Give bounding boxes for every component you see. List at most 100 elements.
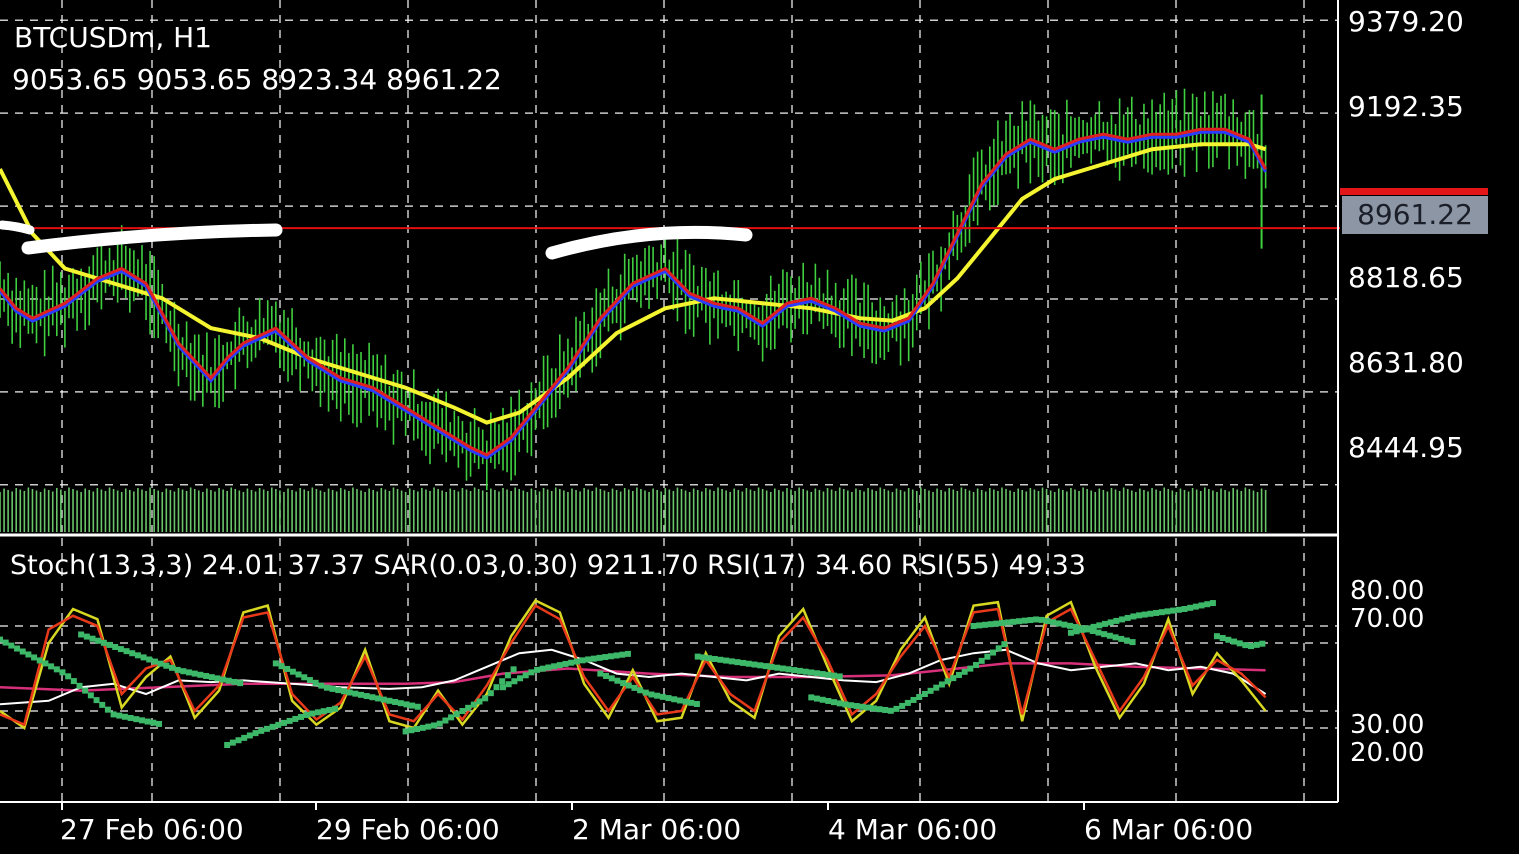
sar-dot — [292, 715, 299, 722]
sar-dot — [1027, 617, 1034, 624]
time-label: 27 Feb 06:00 — [60, 813, 244, 846]
sar-dot — [48, 663, 55, 670]
sar-dot — [380, 696, 387, 703]
sar-dot — [409, 702, 416, 709]
sar-dot — [329, 685, 336, 692]
time-label: 29 Feb 06:00 — [316, 813, 500, 846]
time-label: 2 Mar 06:00 — [572, 813, 742, 846]
sar-dot — [1033, 616, 1040, 623]
sar-dot — [258, 727, 265, 734]
sar-dot — [110, 711, 117, 718]
sar-dot — [711, 655, 718, 662]
sar-dot — [375, 695, 382, 702]
sar-dot — [286, 717, 293, 724]
sar-dot — [762, 663, 769, 670]
sar-dot — [796, 667, 803, 674]
sar-dot — [717, 656, 724, 663]
sar-dot — [676, 697, 683, 704]
sar-dot — [431, 722, 438, 729]
sar-dot — [320, 708, 327, 715]
sar-dot — [363, 693, 370, 700]
sar-dot — [278, 663, 285, 670]
sar-dot — [813, 670, 820, 677]
sar-dot — [235, 737, 242, 744]
sar-dot — [785, 666, 792, 673]
sar-dot — [693, 701, 700, 708]
sar-dot — [1119, 616, 1126, 623]
sar-dot — [386, 697, 393, 704]
sar-dot — [534, 666, 541, 673]
price-label: 8631.80 — [1348, 346, 1464, 379]
sar-dot — [1055, 620, 1062, 627]
sar-dot — [144, 718, 151, 725]
sar-dot — [603, 672, 610, 679]
sar-dot — [1061, 621, 1068, 628]
sar-dot — [89, 635, 96, 642]
sar-dot — [545, 664, 552, 671]
sar-dot — [1213, 633, 1220, 640]
sar-dot — [425, 723, 432, 730]
sar-dot — [191, 670, 198, 677]
sar-dot — [1219, 634, 1226, 641]
sar-dot — [1153, 609, 1160, 616]
sar-dot — [1248, 643, 1255, 650]
sar-dot — [78, 631, 85, 638]
sar-dot — [453, 711, 460, 718]
sar-dot — [303, 711, 310, 718]
sar-dot — [2, 639, 9, 646]
sar-dot — [414, 726, 421, 733]
sar-dot — [955, 671, 962, 678]
sar-dot — [981, 621, 988, 628]
sar-dot — [1192, 603, 1199, 610]
sar-dot — [614, 677, 621, 684]
chart-canvas — [0, 0, 1519, 854]
sar-dot — [504, 672, 511, 679]
sar-dot — [990, 649, 997, 656]
sar-dot — [297, 713, 304, 720]
current-price-tag: 8961.22 — [1342, 196, 1488, 234]
sar-dot — [156, 720, 163, 727]
sar-dot — [510, 666, 517, 673]
sar-dot — [237, 680, 244, 687]
sar-dot — [613, 652, 620, 659]
drawn-line[interactable] — [0, 220, 35, 235]
sar-dot — [214, 675, 221, 682]
sar-dot — [1001, 641, 1008, 648]
sar-dot — [597, 670, 604, 677]
price-label: 9192.35 — [1348, 90, 1464, 123]
price-label: 8818.65 — [1348, 261, 1464, 294]
sar-dot — [723, 657, 730, 664]
sar-dot — [93, 697, 100, 704]
sar-dot — [1170, 607, 1177, 614]
sar-dot — [150, 719, 157, 726]
sar-dot — [309, 710, 316, 717]
sar-dot — [419, 724, 426, 731]
sar-dot — [117, 646, 124, 653]
sar-dot — [910, 696, 917, 703]
sar-dot — [648, 691, 655, 698]
symbol-timeframe: BTCUSDm, H1 — [14, 21, 212, 54]
sar-dot — [482, 695, 489, 702]
sar-dot — [112, 643, 119, 650]
sar-dot — [1204, 601, 1211, 608]
sar-dot — [323, 684, 330, 691]
sar-dot — [1158, 609, 1165, 616]
sar-dot — [551, 663, 558, 670]
sar-dot — [335, 687, 342, 694]
sar-dot — [252, 730, 259, 737]
sar-dot — [306, 677, 313, 684]
sar-dot — [1259, 640, 1266, 647]
sar-dot — [836, 700, 843, 707]
sar-dot — [403, 701, 410, 708]
sar-dot — [1038, 616, 1045, 623]
sar-dot — [1209, 600, 1216, 607]
sar-dot — [970, 623, 977, 629]
sar-dot — [157, 660, 164, 667]
time-label: 6 Mar 06:00 — [1084, 813, 1254, 846]
sar-dot — [745, 660, 752, 667]
sar-dot — [556, 662, 563, 669]
ohlc-values: 9053.65 9053.65 8923.34 8961.22 — [12, 63, 502, 96]
sar-dot — [1107, 619, 1114, 626]
sar-dot — [312, 679, 319, 686]
sar-dot — [859, 703, 866, 710]
